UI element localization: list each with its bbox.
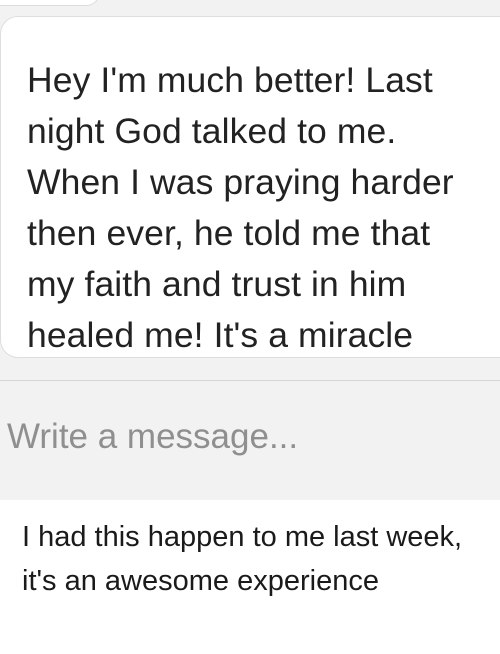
message-input-placeholder: Write a message... [7,417,299,456]
caption-text: I had this happen to me last week, it's … [22,521,463,597]
received-message-bubble: Hey I'm much better! Last night God talk… [0,16,500,358]
message-input[interactable]: Write a message... [0,381,500,500]
previous-message-bubble [0,0,100,6]
message-text: Hey I'm much better! Last night God talk… [27,60,454,355]
chat-screenshot: Hey I'm much better! Last night God talk… [0,0,500,500]
